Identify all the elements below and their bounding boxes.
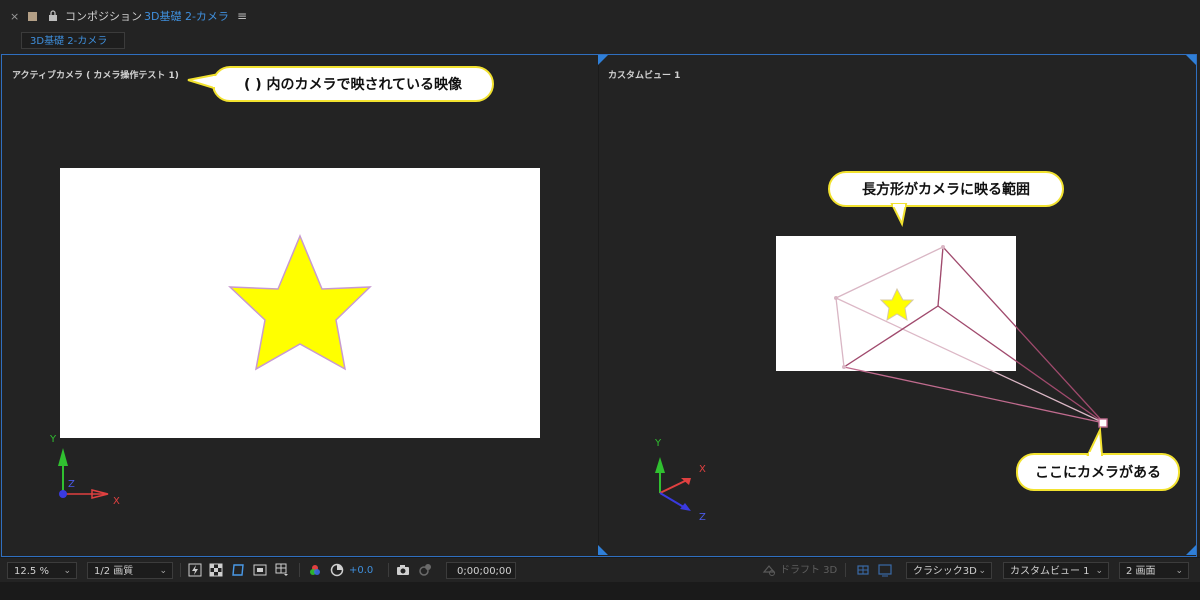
color-label-icon[interactable]: [28, 11, 37, 21]
zoom-value: 12.5 %: [14, 566, 49, 577]
axis-label-x-right: X: [699, 464, 706, 475]
3d-ground-icon[interactable]: [856, 563, 870, 577]
axis-label-y-left: Y: [50, 434, 57, 445]
callout-pointer: [187, 73, 218, 90]
transparency-grid-icon[interactable]: [209, 563, 223, 577]
axis-label-z-right: Z: [699, 512, 706, 523]
chevron-down-icon: ⌄: [978, 566, 986, 576]
renderer-dropdown[interactable]: クラシック3D ⌄: [906, 562, 992, 579]
draft-3d-icon[interactable]: [762, 563, 776, 577]
view-value: カスタムビュー 1: [1010, 566, 1090, 577]
axis-label-z-left: Z: [68, 479, 75, 490]
star-shape: [228, 234, 372, 371]
close-icon[interactable]: ×: [10, 10, 22, 23]
toolbar-divider: [388, 563, 389, 577]
lock-icon[interactable]: [47, 10, 59, 22]
corner-marker: [1186, 545, 1196, 555]
mask-path-icon[interactable]: [231, 563, 245, 577]
comp-panel-header: × コンポジション 3D基礎 2-カメラ ≡ 3D基礎 2-カメラ: [0, 0, 1200, 52]
callout-camera-range: 長方形がカメラに映る範囲: [828, 171, 1064, 207]
color-channels-icon[interactable]: [308, 563, 322, 577]
chevron-down-icon: ⌄: [1175, 566, 1183, 576]
chevron-down-icon: ⌄: [63, 566, 71, 576]
guides-icon[interactable]: [275, 563, 289, 577]
chevron-down-icon: ⌄: [159, 566, 167, 576]
left-view-label: アクティブカメラ ( カメラ操作テスト 1): [12, 71, 179, 81]
panel-footer: [0, 582, 1200, 600]
show-snapshot-icon[interactable]: [418, 563, 432, 577]
viewer-toolbar: 12.5 % ⌄ 1/2 画質 ⌄ +0.0 0;00;00;00 ドラフト 3…: [0, 557, 1200, 582]
callout-camera-location: ここにカメラがある: [1016, 453, 1180, 491]
toolbar-divider: [180, 563, 181, 577]
toolbar-divider: [845, 563, 846, 577]
region-of-interest-icon[interactable]: [253, 563, 267, 577]
toolbar-divider: [299, 563, 300, 577]
zoom-dropdown[interactable]: 12.5 % ⌄: [7, 562, 77, 579]
callout-pointer: [1086, 426, 1104, 456]
view-layout-dropdown[interactable]: 2 画面 ⌄: [1119, 562, 1189, 579]
corner-marker: [1186, 55, 1196, 65]
view-dropdown[interactable]: カスタムビュー 1 ⌄: [1003, 562, 1109, 579]
comp-subtab[interactable]: 3D基礎 2-カメラ: [21, 32, 125, 49]
axis-gizmo-left: [58, 448, 109, 499]
panel-tab[interactable]: × コンポジション 3D基礎 2-カメラ ≡: [0, 6, 247, 26]
right-view-label: カスタムビュー 1: [608, 71, 681, 81]
timecode-display[interactable]: 0;00;00;00: [446, 562, 516, 579]
callout-pointer: [890, 203, 908, 228]
view-layout-value: 2 画面: [1126, 566, 1156, 577]
fast-preview-icon[interactable]: [188, 563, 202, 577]
axis-gizmo-right: [655, 457, 691, 511]
view-divider: [598, 55, 599, 556]
comp-panel-label: コンポジション: [65, 10, 142, 23]
comp-panel-name: 3D基礎 2-カメラ: [144, 10, 229, 23]
corner-marker: [598, 545, 608, 555]
resolution-dropdown[interactable]: 1/2 画質 ⌄: [87, 562, 173, 579]
chevron-down-icon: ⌄: [1095, 566, 1103, 576]
corner-marker: [598, 55, 608, 65]
axis-label-x-left: X: [113, 496, 120, 507]
camera-wireframe: [834, 245, 1105, 424]
exposure-reset-icon[interactable]: [330, 563, 344, 577]
axis-label-y-right: Y: [655, 438, 662, 449]
renderer-value: クラシック3D: [913, 566, 977, 577]
panel-menu-icon[interactable]: ≡: [237, 9, 247, 23]
draft-3d-label[interactable]: ドラフト 3D: [780, 562, 837, 579]
snapshot-icon[interactable]: [396, 563, 410, 577]
exposure-value[interactable]: +0.0: [349, 562, 373, 579]
callout-active-camera: ( ) 内のカメラで映されている映像: [212, 66, 494, 102]
extended-viewer-icon[interactable]: [878, 563, 892, 577]
resolution-value: 1/2 画質: [94, 566, 134, 577]
